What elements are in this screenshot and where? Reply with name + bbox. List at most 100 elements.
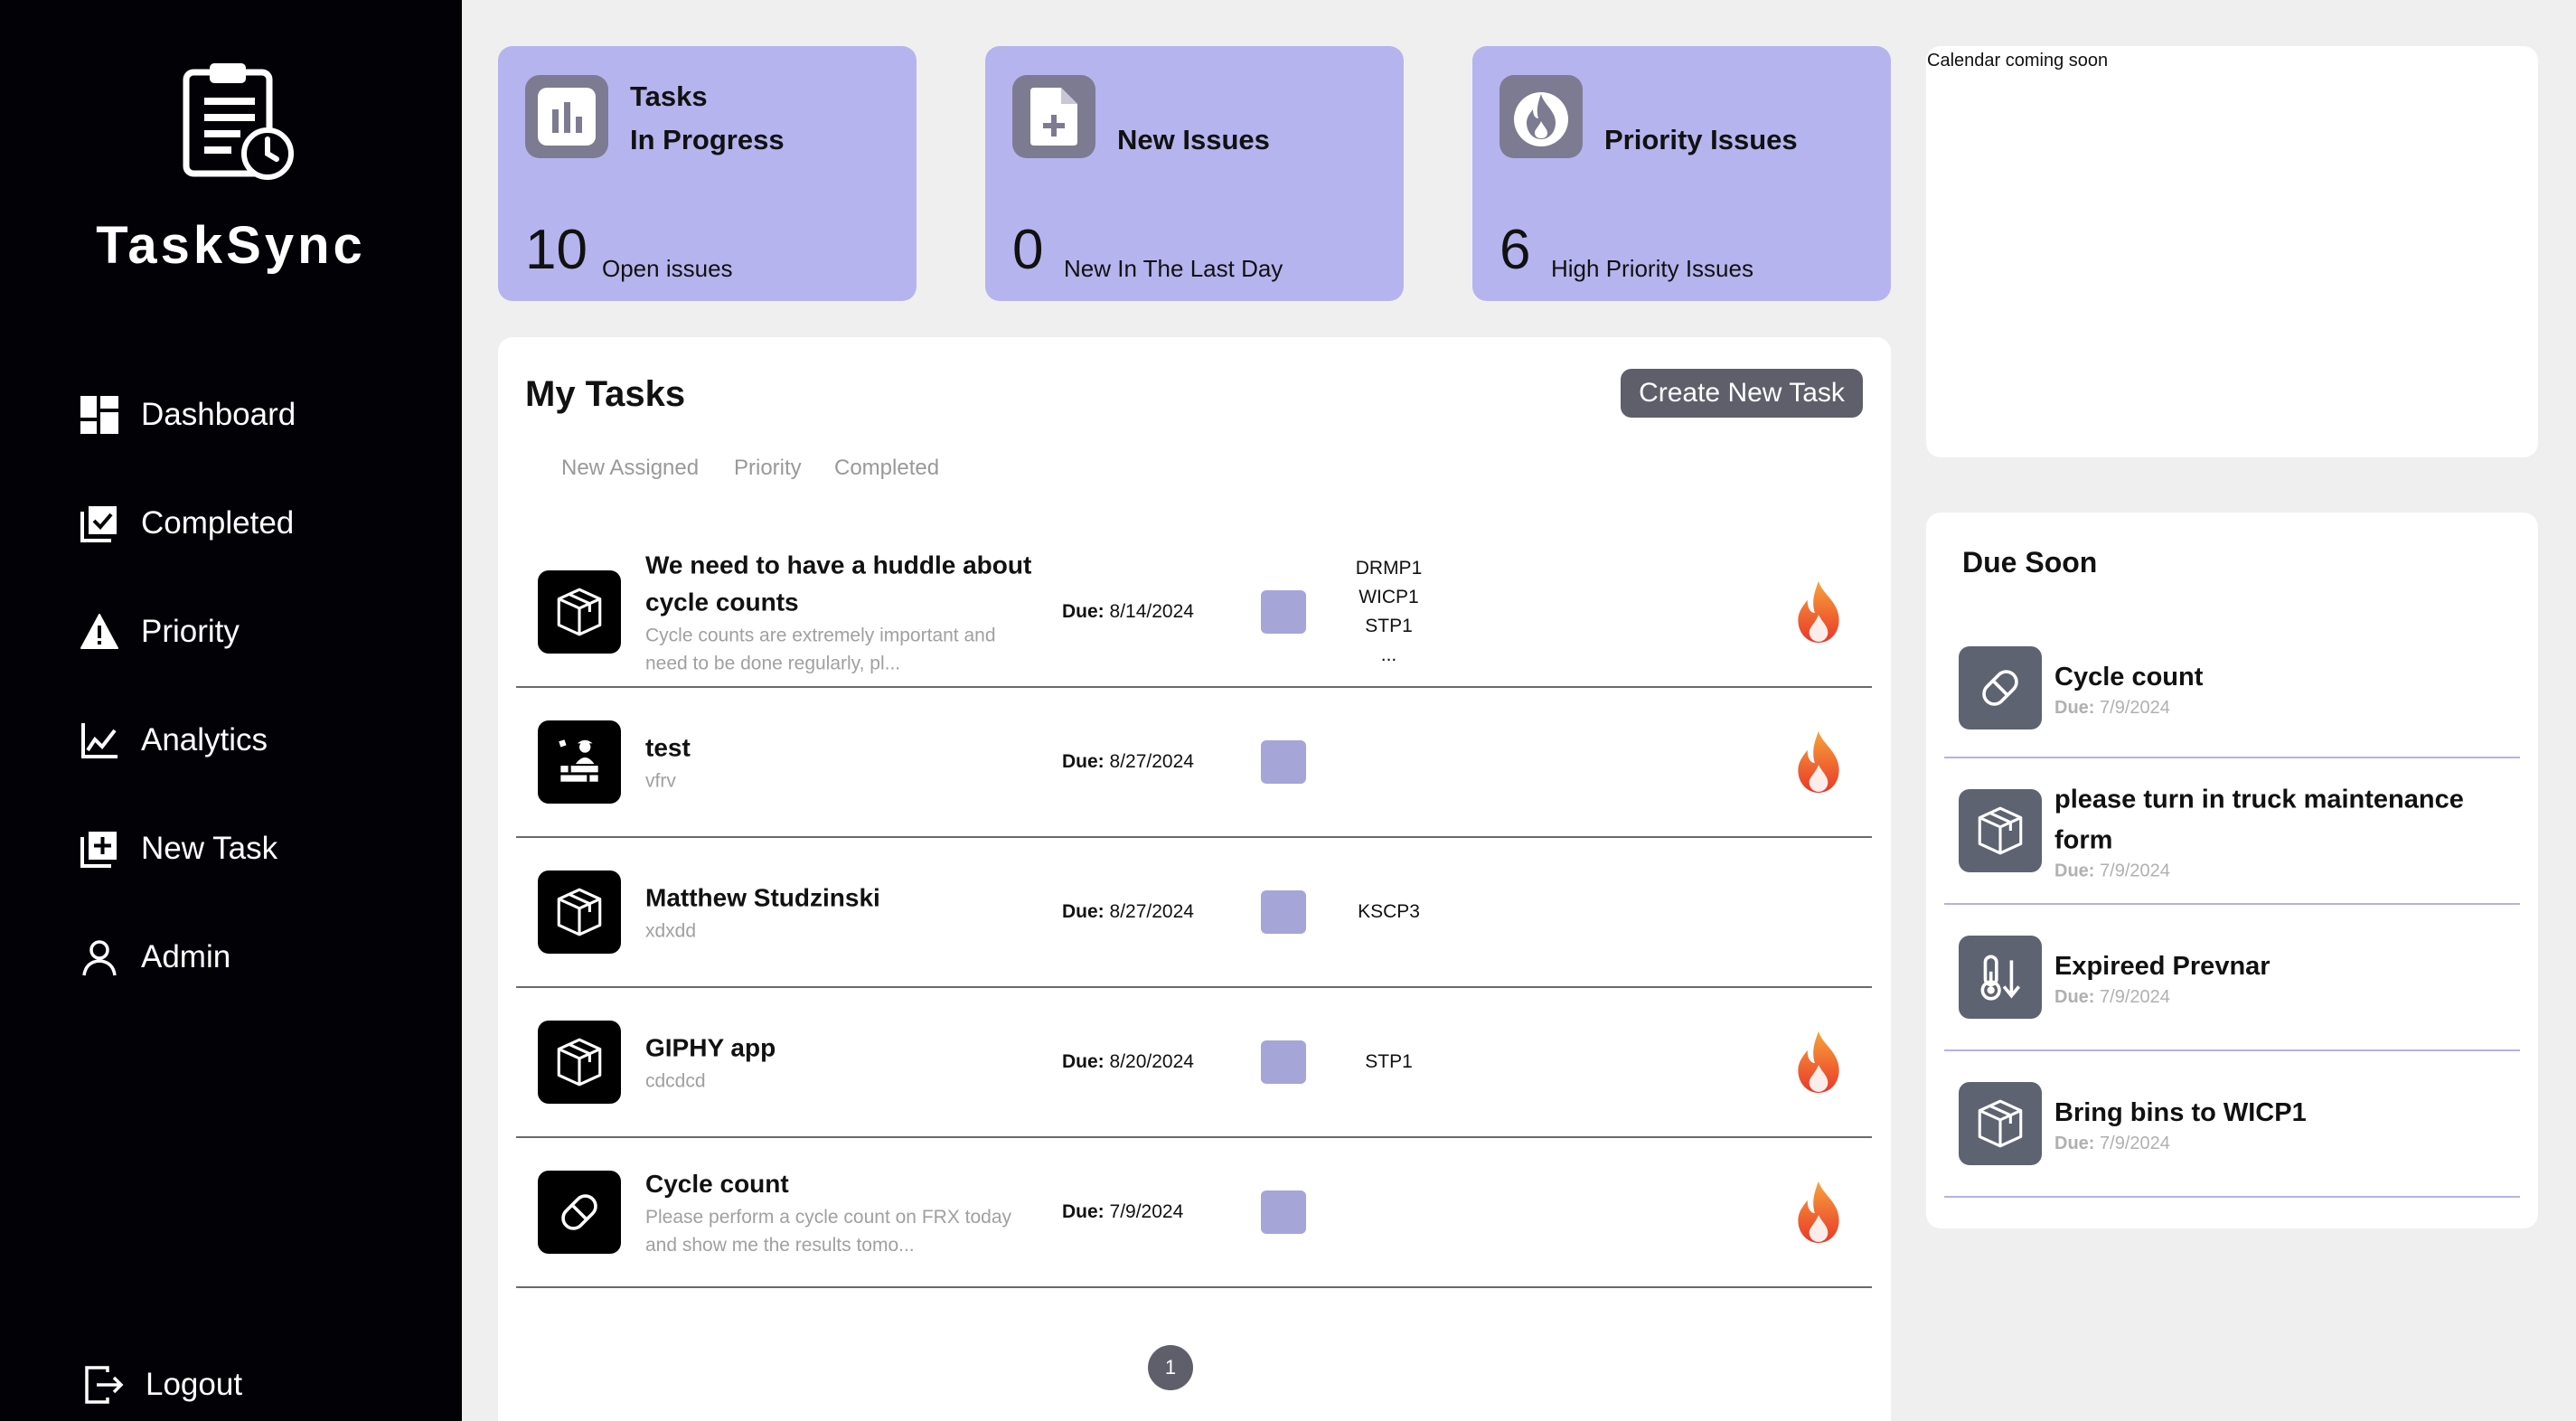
box-icon [538, 870, 621, 954]
stat-value: 6 [1500, 219, 1531, 281]
bar-chart-icon [525, 75, 608, 158]
task-row[interactable]: Matthew Studzinski xdxdd Due: 8/27/2024 … [516, 838, 1872, 988]
box-icon [538, 570, 621, 654]
due-date: 7/9/2024 [1109, 1201, 1184, 1222]
sidebar-item-admin[interactable]: Admin [78, 930, 230, 984]
due-date: 7/9/2024 [2100, 861, 2170, 881]
task-complete-checkbox[interactable] [1261, 1190, 1306, 1234]
task-complete-checkbox[interactable] [1261, 590, 1306, 634]
stat-value: 0 [1012, 219, 1044, 281]
task-complete-checkbox[interactable] [1261, 740, 1306, 784]
box-icon [1959, 789, 2042, 872]
due-soon-item[interactable]: Cycle count Due: 7/9/2024 [1944, 618, 2520, 758]
task-description: Cycle counts are extremely important and… [645, 625, 996, 674]
due-soon-name: Cycle count [2054, 662, 2204, 692]
sidebar-item-label: Dashboard [141, 397, 296, 432]
task-description: vfrv [645, 770, 676, 792]
tab-new-assigned[interactable]: New Assigned [561, 456, 699, 481]
stat-card-new-issues[interactable]: New Issues 0 New In The Last Day [985, 46, 1404, 301]
page-title: My Tasks [525, 374, 686, 414]
sidebar-item-label: Analytics [141, 722, 268, 758]
sidebar-item-label: New Task [141, 831, 278, 866]
location-tag: STP1 [1365, 616, 1413, 636]
completed-icon [78, 502, 121, 545]
due-soon-item[interactable]: please turn in truck maintenance form Du… [1944, 758, 2520, 905]
priority-flame-icon [1791, 729, 1847, 795]
stat-caption: New In The Last Day [1064, 255, 1283, 282]
due-soon-panel: Due Soon Cycle count Due: 7/9/2024 pleas… [1926, 513, 2538, 1228]
priority-flame-icon [1791, 1180, 1847, 1245]
clipboard-logo-icon [183, 63, 294, 180]
stat-title: Priority Issues [1604, 124, 1798, 155]
task-row[interactable]: GIPHY app cdcdcd Due: 8/20/2024 STP1 [516, 988, 1872, 1138]
tab-priority[interactable]: Priority [734, 456, 802, 481]
stat-caption: High Priority Issues [1551, 255, 1753, 282]
due-soon-text: Expireed Prevnar Due: 7/9/2024 [2054, 946, 2506, 1008]
due-soon-item[interactable]: Expireed Prevnar Due: 7/9/2024 [1944, 905, 2520, 1051]
location-tag: STP1 [1365, 1051, 1413, 1072]
logout-button[interactable]: Logout [82, 1358, 242, 1412]
task-row[interactable]: test vfrv Due: 8/27/2024 [516, 688, 1872, 838]
due-soon-text: please turn in truck maintenance form Du… [2054, 780, 2506, 882]
stat-card-priority-issues[interactable]: Priority Issues 6 High Priority Issues [1472, 46, 1891, 301]
add-task-icon [78, 827, 121, 870]
sidebar-item-completed[interactable]: Completed [78, 496, 294, 551]
task-title: test [645, 733, 691, 762]
pagination-page-1[interactable]: 1 [1148, 1345, 1193, 1390]
due-label: Due: [1062, 901, 1105, 922]
task-row[interactable]: Cycle count Please perform a cycle count… [516, 1138, 1872, 1288]
create-new-task-button[interactable]: Create New Task [1621, 369, 1863, 418]
sidebar-item-new-task[interactable]: New Task [78, 822, 277, 876]
logout-label: Logout [146, 1367, 243, 1402]
task-text: Cycle count Please perform a cycle count… [645, 1165, 1043, 1259]
due-soon-date: Due: 7/9/2024 [2054, 698, 2506, 719]
stat-caption: Open issues [602, 255, 733, 282]
due-soon-name: Bring bins to WICP1 [2054, 1098, 2307, 1127]
due-label: Due: [2054, 1134, 2095, 1153]
stat-title-line2: In Progress [630, 124, 785, 155]
sidebar-item-analytics[interactable]: Analytics [78, 713, 268, 767]
task-text: GIPHY app cdcdcd [645, 1030, 1043, 1096]
task-text: test vfrv [645, 729, 1043, 795]
task-due: Due: 8/14/2024 [1062, 601, 1194, 623]
due-label: Due: [1062, 1201, 1105, 1222]
due-label: Due: [2054, 987, 2095, 1007]
location-tag: WICP1 [1359, 587, 1419, 607]
task-due: Due: 8/27/2024 [1062, 751, 1194, 773]
due-soon-name: please turn in truck maintenance form [2054, 785, 2464, 855]
task-locations: DRMP1 WICP1 STP1 ... [1314, 554, 1463, 670]
task-row[interactable]: We need to have a huddle about cycle cou… [516, 538, 1872, 688]
stat-card-in-progress[interactable]: Tasks In Progress 10 Open issues [498, 46, 917, 301]
due-date: 8/27/2024 [1109, 751, 1194, 772]
tab-completed[interactable]: Completed [834, 456, 939, 481]
thermometer-icon [1959, 936, 2042, 1019]
due-date: 8/20/2024 [1109, 1051, 1194, 1072]
due-date: 7/9/2024 [2100, 697, 2170, 718]
sidebar-item-label: Completed [141, 505, 295, 541]
flame-icon [1500, 75, 1583, 158]
due-soon-text: Cycle count Due: 7/9/2024 [2054, 657, 2506, 719]
task-description: Please perform a cycle count on FRX toda… [645, 1207, 1012, 1256]
stat-title: Tasks [630, 80, 708, 112]
due-soon-item[interactable]: Bring bins to WICP1 Due: 7/9/2024 [1944, 1051, 2520, 1198]
due-date: 7/9/2024 [2100, 1134, 2170, 1153]
due-date: 8/27/2024 [1109, 901, 1194, 922]
calendar-panel: Calendar coming soon [1926, 46, 2538, 457]
due-date: 8/14/2024 [1109, 601, 1194, 622]
task-complete-checkbox[interactable] [1261, 890, 1306, 934]
logout-icon [82, 1363, 126, 1407]
due-soon-title: Due Soon [1962, 546, 2098, 579]
task-complete-checkbox[interactable] [1261, 1040, 1306, 1084]
workers-icon [538, 720, 621, 804]
due-date: 7/9/2024 [2100, 987, 2170, 1007]
task-due: Due: 7/9/2024 [1062, 1201, 1183, 1223]
task-title: GIPHY app [645, 1033, 776, 1062]
sidebar-item-label: Priority [141, 614, 240, 649]
sidebar-item-dashboard[interactable]: Dashboard [78, 388, 296, 442]
task-text: We need to have a huddle about cycle cou… [645, 547, 1043, 678]
sidebar-item-priority[interactable]: Priority [78, 605, 240, 659]
task-title: We need to have a huddle about cycle cou… [645, 551, 1032, 616]
pill-icon [538, 1171, 621, 1254]
due-soon-date: Due: 7/9/2024 [2054, 861, 2506, 882]
task-description: cdcdcd [645, 1070, 706, 1092]
